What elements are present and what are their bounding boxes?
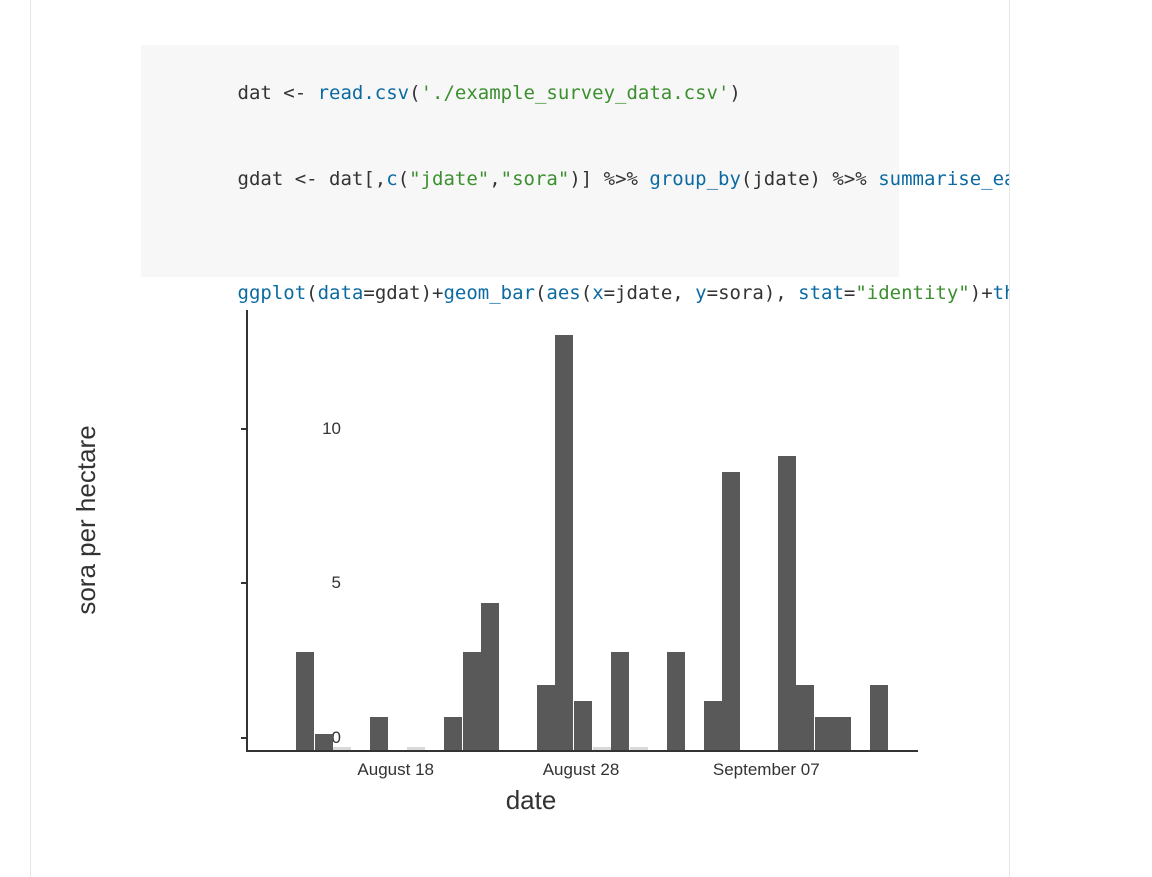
bar [296,652,314,750]
bar [815,717,833,750]
bar [463,652,481,750]
bar [315,734,333,750]
bar [611,652,629,750]
bar [778,456,796,750]
y-axis-title: sora per hectare [71,300,101,740]
x-tick-label: September 07 [696,760,836,780]
plot-panel [246,310,918,752]
x-tick-label: August 28 [511,760,651,780]
bar [870,685,888,750]
bar [333,747,351,750]
bar [444,717,462,750]
bar [370,717,388,750]
code-block: dat <- read.csv('./example_survey_data.c… [141,45,899,277]
bar [722,472,740,750]
code-line-1: dat <- read.csv('./example_survey_data.c… [146,51,741,135]
bar [593,747,611,750]
bar [796,685,814,750]
bar [407,747,425,750]
bar [555,335,573,750]
code-line-2: gdat <- dat[,c("jdate","sora")] %>% grou… [146,137,1010,221]
bar [481,603,499,750]
chart: sora per hectare date 0 5 10 August 18 A… [141,300,921,820]
bar [630,747,648,750]
document-sheet: dat <- read.csv('./example_survey_data.c… [30,0,1010,877]
x-tick-label: August 18 [326,760,466,780]
bar [833,717,851,750]
bar [574,701,592,750]
bar [667,652,685,750]
bar [537,685,555,750]
x-axis-title: date [141,785,921,816]
bar [704,701,722,750]
page-root: dat <- read.csv('./example_survey_data.c… [0,0,1152,877]
